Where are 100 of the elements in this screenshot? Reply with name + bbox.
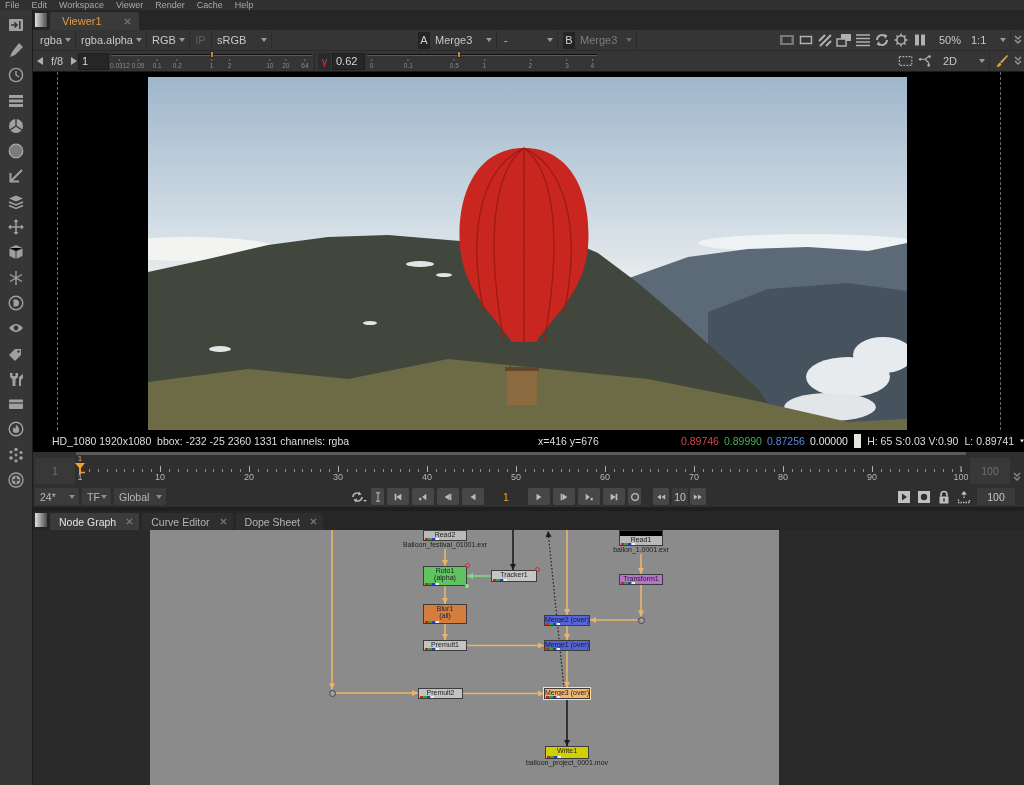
slider-handle[interactable] — [209, 51, 214, 58]
next-keyframe-button[interactable] — [578, 488, 600, 505]
cube-icon[interactable] — [8, 244, 24, 261]
brush-icon[interactable] — [994, 54, 1010, 68]
channel-strip-icon — [546, 648, 560, 650]
menu-item[interactable]: Render — [155, 0, 185, 10]
rectangle-icon[interactable] — [797, 33, 814, 47]
in-out-button[interactable] — [371, 488, 384, 505]
previous-keyframe-icon — [418, 491, 428, 502]
panel-menu-icon[interactable] — [35, 513, 47, 527]
menu-item[interactable]: Cache — [196, 0, 223, 10]
double-chevron-icon[interactable] — [1014, 35, 1022, 45]
splatter-icon[interactable] — [8, 446, 24, 463]
layers-icon[interactable] — [8, 193, 24, 210]
playhead-marker[interactable] — [75, 463, 85, 474]
gamma-field[interactable]: 0.62 — [332, 52, 365, 70]
frame-label: 10 — [155, 466, 166, 482]
step-back-icon — [443, 491, 453, 502]
close-icon[interactable] — [219, 518, 227, 525]
wrench-icon[interactable] — [8, 370, 24, 387]
double-chevron-icon[interactable] — [1013, 472, 1021, 482]
menu-item[interactable]: Viewer — [115, 0, 144, 10]
stop-button[interactable] — [628, 488, 641, 505]
menu-item[interactable]: Workspace — [59, 0, 104, 10]
lines-icon[interactable] — [854, 33, 871, 47]
frame-label: 90 — [867, 466, 877, 482]
range-mode-dropdown[interactable]: Global — [114, 488, 167, 505]
caret-icon — [1000, 38, 1006, 42]
move-arrows-icon[interactable] — [8, 219, 24, 235]
refresh-icon[interactable] — [873, 33, 890, 47]
input-b-label: B — [563, 31, 575, 49]
panel-tab[interactable]: Node Graph — [50, 513, 140, 530]
menu-item[interactable]: File — [5, 0, 20, 10]
export-icon[interactable] — [956, 489, 972, 504]
ring-icon — [629, 491, 640, 502]
fast-forward-button[interactable] — [690, 488, 706, 505]
previous-keyframe-button[interactable] — [412, 488, 434, 505]
out-frame-field[interactable]: 100 — [977, 488, 1015, 505]
play-button[interactable] — [528, 488, 550, 505]
loop-icon[interactable] — [351, 490, 367, 503]
f-stop-toggle[interactable]: f/8 — [43, 55, 71, 67]
viewer-tab[interactable]: Viewer1 — [50, 12, 139, 30]
triangle-right-icon[interactable] — [71, 57, 77, 65]
half-disc-ring-icon[interactable] — [8, 294, 24, 311]
dot-node[interactable] — [637, 616, 645, 624]
fps-dropdown[interactable]: 24* — [35, 488, 80, 505]
cross-circle-icon[interactable] — [8, 472, 24, 488]
panel-tab[interactable]: Dope Sheet — [235, 513, 324, 530]
connection-line — [442, 548, 448, 567]
triangle-down-icon[interactable] — [1020, 438, 1024, 444]
menu-item[interactable]: Help — [234, 0, 254, 10]
sphere-icon[interactable] — [8, 143, 24, 160]
caret-icon — [626, 38, 632, 42]
zoom-level[interactable]: 50% — [938, 34, 961, 46]
skip-to-start-icon — [393, 491, 403, 502]
luminance-value: L: 0.89741 — [964, 435, 1015, 447]
panel-menu-icon[interactable] — [35, 13, 47, 27]
time-format-dropdown[interactable]: TF — [82, 488, 112, 505]
playhead-label: 1 — [77, 455, 83, 463]
frame-icon[interactable] — [778, 33, 795, 47]
skip-start-button[interactable] — [387, 488, 409, 505]
play-box-icon[interactable] — [896, 489, 912, 504]
frame-label: 40 — [422, 466, 433, 482]
gear-icon[interactable] — [892, 33, 909, 47]
increment-field[interactable]: 10 — [672, 488, 688, 505]
connection-line — [638, 553, 644, 575]
flame-circle-icon[interactable] — [8, 421, 24, 438]
play-backward-button[interactable] — [462, 488, 484, 505]
triangle-left-icon[interactable] — [37, 57, 43, 65]
pencil-icon[interactable] — [8, 41, 24, 58]
close-icon[interactable] — [310, 518, 318, 525]
slider-handle[interactable] — [457, 51, 461, 58]
skip-end-button[interactable] — [603, 488, 625, 505]
rewind-button[interactable] — [653, 488, 669, 505]
step-forward-button[interactable] — [553, 488, 575, 505]
gain-field[interactable]: 1 — [78, 52, 109, 70]
double-chevron-icon[interactable] — [1014, 56, 1022, 66]
caret-icon — [179, 38, 185, 42]
step-forward-icon — [559, 491, 569, 502]
close-icon[interactable] — [126, 518, 134, 525]
dashed-rectangle-icon[interactable] — [898, 54, 914, 68]
connection-line — [442, 585, 448, 605]
snowflake-icon[interactable] — [8, 269, 24, 286]
step-back-button[interactable] — [437, 488, 459, 505]
stacked-bars-icon[interactable] — [8, 92, 24, 109]
menu-item[interactable]: Edit — [31, 0, 48, 10]
pie-icon[interactable] — [8, 117, 24, 134]
dot-node[interactable] — [328, 689, 336, 697]
record-icon[interactable] — [916, 489, 932, 504]
node-branch-icon[interactable] — [918, 54, 934, 68]
corner-arrow-icon[interactable] — [8, 168, 24, 185]
overlap-rectangles-icon[interactable] — [835, 33, 852, 47]
hatch-icon[interactable] — [816, 33, 833, 47]
caret-icon — [156, 494, 162, 499]
frame-label: 80 — [778, 466, 788, 482]
panel-tab[interactable]: Curve Editor — [142, 513, 233, 530]
close-icon[interactable] — [123, 17, 131, 25]
arrow-box-icon[interactable] — [8, 16, 24, 33]
skip-to-end-icon — [609, 491, 619, 502]
clock-icon[interactable] — [8, 67, 24, 84]
